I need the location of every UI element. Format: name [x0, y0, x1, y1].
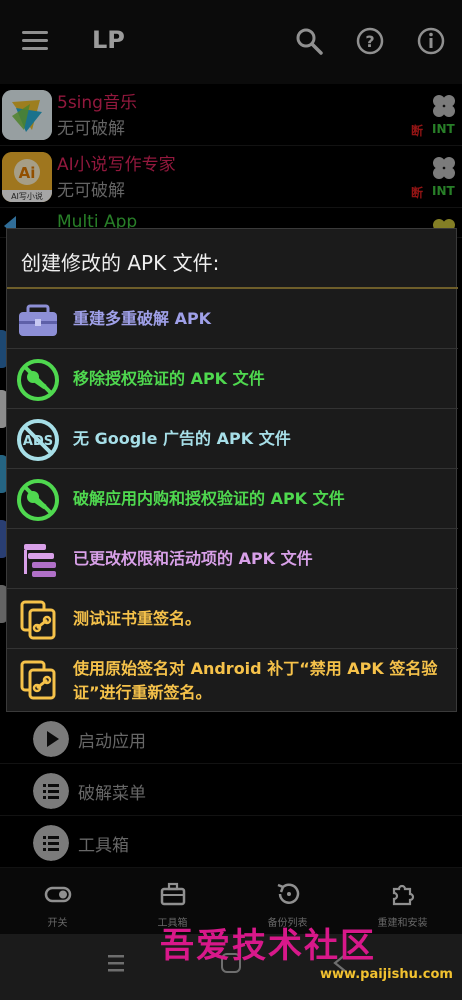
app-icon-5sing: [2, 90, 52, 140]
app-name: AI小说写作专家: [57, 155, 176, 175]
play-icon: [33, 721, 69, 757]
menu-item-label: 启动应用: [78, 732, 146, 752]
toolbox-icon: [160, 882, 186, 906]
toggle-icon: [44, 886, 72, 903]
help-icon[interactable]: ?: [355, 26, 385, 56]
clover-icon: [433, 157, 455, 179]
option-label: 使用原始签名对 Android 补丁“禁用 APK 签名验证”进行重新签名。: [73, 659, 438, 702]
menu-icon[interactable]: [22, 31, 48, 51]
resign-icon: [20, 600, 56, 640]
no-license-icon: [17, 359, 59, 401]
clover-icon: [433, 95, 455, 117]
menu-item-toolbox[interactable]: 工具箱: [0, 816, 462, 868]
app-title: LP: [92, 26, 125, 54]
nav-switch[interactable]: 开关: [0, 868, 115, 934]
option-label: 已更改权限和活动项的 APK 文件: [73, 548, 313, 568]
tag-int: INT: [432, 184, 455, 198]
menu-item-label: 工具箱: [78, 836, 129, 856]
nav-label: 开关: [47, 918, 68, 929]
dialog-title: 创建修改的 APK 文件:: [21, 251, 220, 275]
watermark-title: 吾爱技术社区: [160, 926, 376, 966]
app-list-item[interactable]: Ai AI写小说 AI小说写作专家 无可破解 断 INT: [0, 146, 462, 208]
no-license-icon: [17, 479, 59, 521]
create-apk-dialog: 创建修改的 APK 文件: 重建多重破解 APK 移除授权验证的 APK 文件 …: [6, 228, 458, 713]
app-status: 无可破解: [57, 181, 125, 201]
app-icon-caption: AI写小说: [11, 192, 43, 201]
option-label: 破解应用内购和授权验证的 APK 文件: [73, 488, 345, 508]
option-no-google-ads[interactable]: ADS 无 Google 广告的 APK 文件: [7, 409, 458, 469]
app-name: 5sing音乐: [57, 93, 137, 113]
list-icon: [33, 825, 69, 861]
option-rebuild-multi-crack[interactable]: 重建多重破解 APK: [7, 289, 458, 349]
list-icon: [33, 773, 69, 809]
puzzle-icon: [392, 884, 415, 906]
option-changed-permissions[interactable]: 已更改权限和活动项的 APK 文件: [7, 529, 458, 589]
restore-icon: [277, 883, 300, 904]
svg-text:?: ?: [365, 32, 374, 51]
app-list-item[interactable]: 5sing音乐 无可破解 断 INT: [0, 84, 462, 146]
option-crack-iap-license[interactable]: 破解应用内购和授权验证的 APK 文件: [7, 469, 458, 529]
info-icon[interactable]: [416, 26, 446, 56]
option-test-cert-resign[interactable]: 测试证书重签名。: [7, 589, 458, 649]
resign-icon: [20, 660, 56, 700]
option-label: 重建多重破解 APK: [73, 308, 212, 328]
option-remove-license[interactable]: 移除授权验证的 APK 文件: [7, 349, 458, 409]
search-icon[interactable]: [294, 26, 324, 56]
app-icon-ai-novel: Ai AI写小说: [2, 152, 52, 202]
top-app-bar: LP ?: [0, 0, 462, 84]
option-label: 无 Google 广告的 APK 文件: [73, 428, 291, 448]
option-label: 测试证书重签名。: [73, 608, 202, 628]
menu-item-crack-menu[interactable]: 破解菜单: [0, 764, 462, 816]
option-original-sign-resign[interactable]: 使用原始签名对 Android 补丁“禁用 APK 签名验证”进行重新签名。: [7, 649, 458, 713]
recent-apps-icon[interactable]: [106, 952, 126, 974]
no-ads-icon: ADS: [17, 419, 59, 461]
toolbox-icon: [19, 304, 57, 336]
menu-item-launch[interactable]: 启动应用: [0, 712, 462, 764]
permissions-list-icon: [24, 544, 56, 577]
tag-duan: 断: [411, 186, 424, 200]
tag-duan: 断: [411, 124, 424, 138]
option-label: 移除授权验证的 APK 文件: [73, 368, 265, 388]
menu-item-label: 破解菜单: [78, 784, 146, 804]
watermark-url: www.paijishu.com: [320, 967, 453, 982]
app-status: 无可破解: [57, 119, 125, 139]
svg-text:Ai: Ai: [19, 164, 36, 182]
tag-int: INT: [432, 122, 455, 136]
